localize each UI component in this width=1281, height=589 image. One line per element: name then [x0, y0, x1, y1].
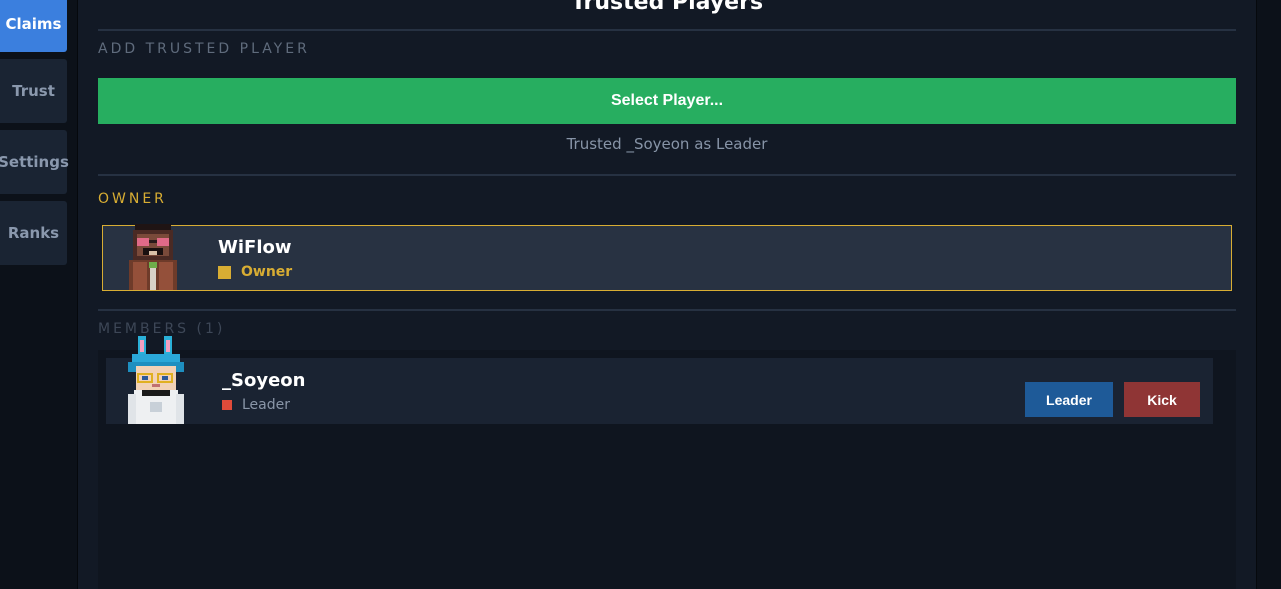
title-divider — [98, 29, 1236, 31]
member-rank: Leader — [222, 397, 290, 413]
owner-heading: OWNER — [98, 191, 167, 207]
member-row: _Soyeon Leader Leader Kick — [106, 336, 1213, 424]
owner-rank: Owner — [218, 264, 292, 280]
select-player-button[interactable]: Select Player... — [98, 78, 1236, 124]
owner-rank-label: Owner — [241, 264, 293, 280]
members-list: _Soyeon Leader Leader Kick — [98, 336, 1236, 589]
sidebar-item-trust[interactable]: Trust — [0, 59, 67, 123]
add-trusted-player-heading: ADD TRUSTED PLAYER — [98, 41, 310, 57]
member-avatar — [128, 336, 184, 424]
status-message: Trusted _Soyeon as Leader — [566, 135, 768, 153]
member-rank-label: Leader — [242, 397, 291, 413]
trusted-players-panel: Trusted Players ADD TRUSTED PLAYER Selec… — [78, 0, 1256, 589]
sidebar-item-claims[interactable]: Claims — [0, 0, 67, 52]
sidebar: Claims Trust Settings Ranks — [0, 0, 78, 589]
set-leader-button[interactable]: Leader — [1025, 382, 1113, 417]
owner-avatar — [129, 224, 177, 290]
members-heading: MEMBERS (1) — [98, 321, 226, 337]
owner-rank-swatch — [218, 265, 231, 279]
owner-section-divider — [98, 309, 1236, 311]
right-gutter — [1256, 0, 1281, 589]
sidebar-item-settings[interactable]: Settings — [0, 130, 69, 194]
kick-button[interactable]: Kick — [1124, 382, 1200, 417]
sidebar-item-ranks[interactable]: Ranks — [0, 201, 67, 265]
owner-name: WiFlow — [218, 237, 292, 258]
member-rank-swatch — [222, 400, 232, 410]
member-name: _Soyeon — [222, 370, 306, 391]
add-section-divider — [98, 174, 1236, 176]
owner-card: WiFlow Owner — [102, 224, 1232, 291]
page-title: Trusted Players — [570, 0, 764, 15]
